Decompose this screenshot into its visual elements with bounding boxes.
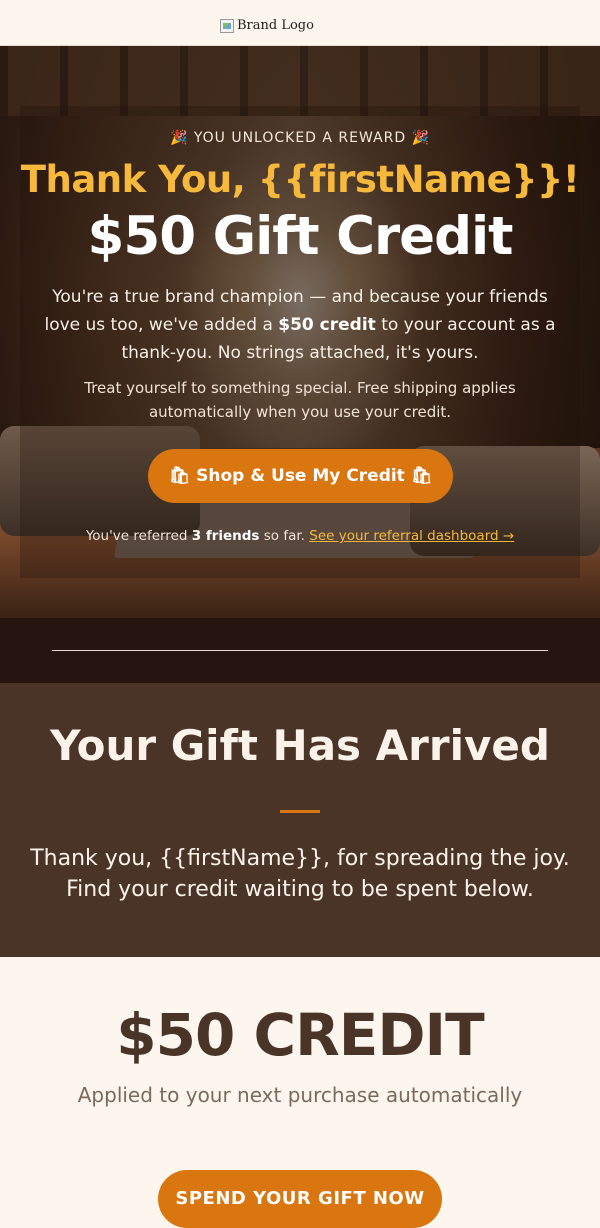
hero-paragraph-bold: $50 credit [278, 315, 376, 335]
referral-line: You've referred 3 friends so far. See yo… [0, 528, 600, 544]
brand-logo-alt-text: Brand Logo [237, 18, 314, 33]
referral-prefix: You've referred [85, 528, 192, 544]
hero-eyebrow: 🎉 YOU UNLOCKED A REWARD 🎉 [169, 130, 431, 146]
gift-accent-bar [280, 810, 320, 813]
credit-section: $50 CREDIT Applied to your next purchase… [0, 957, 600, 1228]
shop-use-credit-button[interactable]: 🛍 Shop & Use My Credit 🛍 [148, 449, 453, 503]
header-bar: Brand Logo [0, 0, 600, 46]
referral-suffix: so far. [259, 528, 310, 544]
divider-band [0, 618, 600, 683]
gift-text: Thank you, {{firstName}}, for spreading … [30, 846, 570, 902]
hero-thank-you-title: Thank You, {{firstName}}! [20, 158, 580, 201]
credit-amount: $50 CREDIT [116, 1001, 484, 1069]
broken-image-icon [220, 18, 234, 33]
spend-gift-button[interactable]: SPEND YOUR GIFT NOW [158, 1170, 442, 1228]
referral-count: 3 friends [191, 528, 260, 544]
hero-paragraph: You're a true brand champion — and becau… [40, 283, 560, 367]
divider-line [52, 650, 548, 651]
brand-logo[interactable]: Brand Logo [220, 18, 314, 33]
gift-heading: Your Gift Has Arrived [50, 721, 550, 770]
credit-subtext: Applied to your next purchase automatica… [77, 1083, 523, 1107]
hero-subtext: Treat yourself to something special. Fre… [84, 379, 516, 421]
hero-gift-title: $50 Gift Credit [87, 206, 513, 267]
referral-dashboard-link[interactable]: See your referral dashboard → [309, 528, 514, 544]
hero-section: 🎉 YOU UNLOCKED A REWARD 🎉 Thank You, {{f… [0, 46, 600, 618]
gift-section: Your Gift Has Arrived Thank you, {{first… [0, 683, 600, 957]
